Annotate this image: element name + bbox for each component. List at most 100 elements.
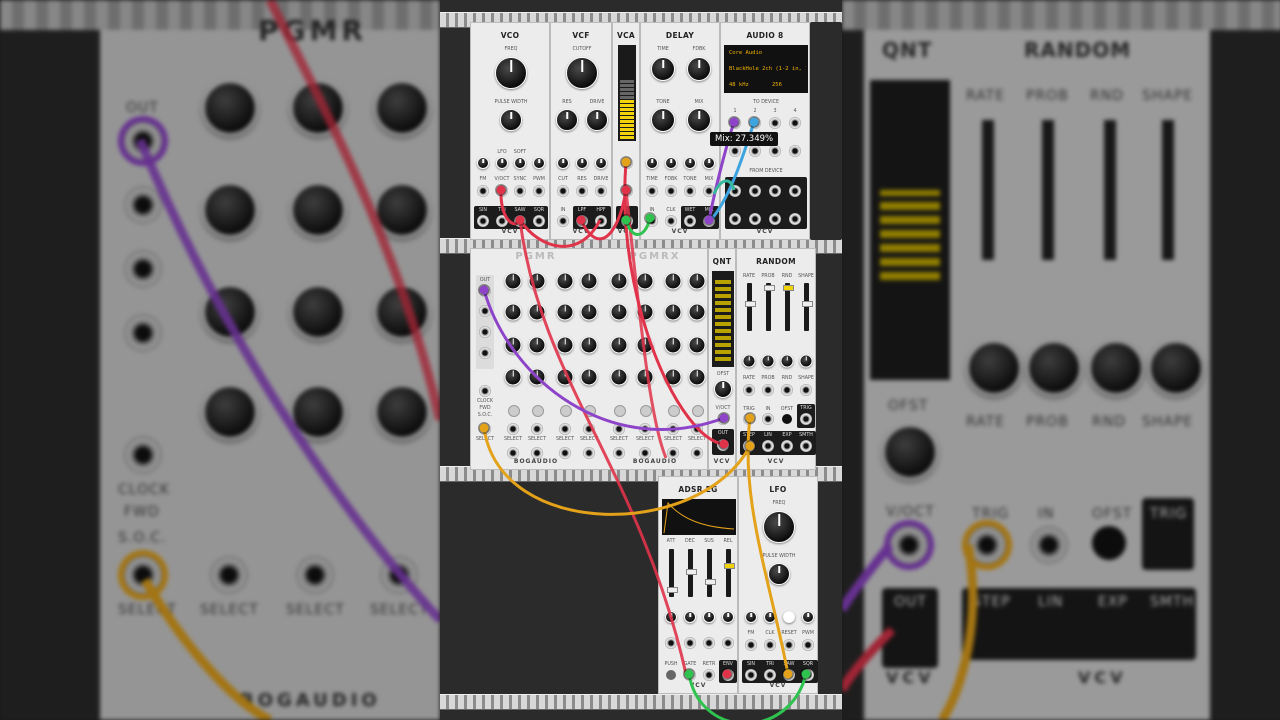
pgmr-step-knob[interactable] — [556, 368, 574, 386]
vco-soft-switch[interactable] — [514, 157, 526, 169]
from-device-jack-7[interactable] — [769, 213, 781, 225]
delay-time-cv-knob[interactable] — [646, 157, 658, 169]
lfo-freq-knob[interactable] — [763, 511, 795, 543]
from-device-jack-1[interactable] — [729, 185, 741, 197]
cable-plug[interactable] — [745, 413, 755, 423]
pgmr-step-knob[interactable] — [610, 336, 628, 354]
audio-driver-select[interactable]: Core Audio — [726, 48, 806, 58]
cable-plug[interactable] — [621, 185, 631, 195]
pgmr-step-knob[interactable] — [688, 303, 706, 321]
cable-plug[interactable] — [479, 423, 489, 433]
pgmr-step-knob[interactable] — [688, 272, 706, 290]
pgmr-step-button[interactable] — [560, 405, 572, 417]
adsr-sus-cv-knob[interactable] — [703, 611, 715, 623]
random-rnd-slider[interactable] — [783, 283, 794, 331]
pgmr-step-knob[interactable] — [580, 272, 598, 290]
delay-fdbk-cv-knob[interactable] — [665, 157, 677, 169]
pgmr-a-out[interactable] — [479, 305, 491, 317]
from-device-jack-8[interactable] — [789, 213, 801, 225]
to-device-jack-4[interactable] — [789, 117, 801, 129]
audio-samplerate-select[interactable]: 48 kHz — [726, 80, 762, 90]
pgmr-step-knob[interactable] — [528, 368, 546, 386]
lfo-pwm-knob[interactable] — [802, 611, 814, 623]
random-prob-knob[interactable] — [761, 354, 775, 368]
random-lin-out[interactable] — [762, 440, 774, 452]
pgmr-step-knob[interactable] — [610, 303, 628, 321]
lfo-offset-switch[interactable] — [783, 611, 795, 623]
delay-tone-jack[interactable] — [684, 185, 696, 197]
pgmr-step-knob[interactable] — [664, 368, 682, 386]
cable-plug[interactable] — [621, 157, 631, 167]
cable-plug[interactable] — [684, 669, 694, 679]
lfo-fm-jack[interactable] — [745, 639, 757, 651]
from-device-jack-5[interactable] — [729, 213, 741, 225]
lfo-tri-out[interactable] — [764, 669, 776, 681]
vco-sin-out[interactable] — [477, 215, 489, 227]
vco-lfo-switch[interactable] — [496, 157, 508, 169]
delay-tone-knob[interactable] — [651, 108, 675, 132]
pgmr-step-knob[interactable] — [580, 303, 598, 321]
vco-sqr-out[interactable] — [533, 215, 545, 227]
adsr-sus-jack[interactable] — [703, 637, 715, 649]
vco-sync-jack[interactable] — [514, 185, 526, 197]
pgmr-step-button[interactable] — [532, 405, 544, 417]
cable-plug[interactable] — [722, 669, 732, 679]
adsr-att-cv-knob[interactable] — [665, 611, 677, 623]
delay-mix-cv-knob[interactable] — [703, 157, 715, 169]
from-device-jack-4[interactable] — [789, 185, 801, 197]
vco-pwm-knob[interactable] — [533, 157, 545, 169]
adsr-push-button[interactable] — [666, 670, 676, 680]
lfo-reset-jack[interactable] — [783, 639, 795, 651]
vco-tri-out[interactable] — [496, 215, 508, 227]
adsr-rel-cv-knob[interactable] — [722, 611, 734, 623]
pgmr-step-knob[interactable] — [610, 368, 628, 386]
cable-plug[interactable] — [719, 413, 729, 423]
cable-plug[interactable] — [745, 441, 755, 451]
pgmr-step-knob[interactable] — [636, 272, 654, 290]
adsr-release-slider[interactable] — [724, 549, 735, 597]
random-shape-jack[interactable] — [800, 384, 812, 396]
pgmr-step-knob[interactable] — [580, 336, 598, 354]
pgmr-step-knob[interactable] — [664, 303, 682, 321]
cable-plug[interactable] — [576, 215, 586, 225]
pgmr-step-knob[interactable] — [664, 272, 682, 290]
pgmr-step-knob[interactable] — [504, 336, 522, 354]
random-prob-slider[interactable] — [764, 283, 775, 331]
pgmr-step-knob[interactable] — [556, 336, 574, 354]
pgmr-step-button[interactable] — [508, 405, 520, 417]
pgmr-step-knob[interactable] — [504, 272, 522, 290]
to-device-jack-6[interactable] — [749, 145, 761, 157]
random-exp-out[interactable] — [781, 440, 793, 452]
from-device-jack-2[interactable] — [749, 185, 761, 197]
adsr-dec-jack[interactable] — [684, 637, 696, 649]
random-rate-slider[interactable] — [745, 283, 756, 331]
pgmr-step-knob[interactable] — [504, 303, 522, 321]
random-ofst-button[interactable] — [782, 414, 792, 424]
random-in-jack[interactable] — [762, 413, 774, 425]
pgmr-step-button[interactable] — [584, 405, 596, 417]
qnt-note-display[interactable] — [712, 271, 734, 367]
delay-mix-knob[interactable] — [687, 108, 711, 132]
vcf-cutoff-knob[interactable] — [566, 57, 598, 89]
pgmr-step-knob[interactable] — [688, 336, 706, 354]
vcf-cut-jack[interactable] — [557, 185, 569, 197]
cable-plug[interactable] — [719, 439, 729, 449]
vcf-drive-cv-knob[interactable] — [595, 157, 607, 169]
pgmr-select-jack[interactable] — [691, 423, 703, 435]
pgmr-clock-jack[interactable] — [479, 385, 491, 397]
pgmr-step-knob[interactable] — [636, 303, 654, 321]
random-smth-out[interactable] — [800, 440, 812, 452]
random-shape-slider[interactable] — [802, 283, 813, 331]
pgmr-step-knob[interactable] — [636, 336, 654, 354]
vcf-hpf-out[interactable] — [595, 215, 607, 227]
pgmr-step-knob[interactable] — [528, 336, 546, 354]
lfo-pwm-jack[interactable] — [802, 639, 814, 651]
from-device-jack-3[interactable] — [769, 185, 781, 197]
pgmr-step-knob[interactable] — [636, 368, 654, 386]
cable-plug[interactable] — [515, 215, 525, 225]
vcf-res-cv-knob[interactable] — [576, 157, 588, 169]
pgmr-step-knob[interactable] — [556, 272, 574, 290]
pgmr-step-knob[interactable] — [610, 272, 628, 290]
random-trig-out[interactable] — [800, 413, 812, 425]
cable-plug[interactable] — [704, 215, 714, 225]
